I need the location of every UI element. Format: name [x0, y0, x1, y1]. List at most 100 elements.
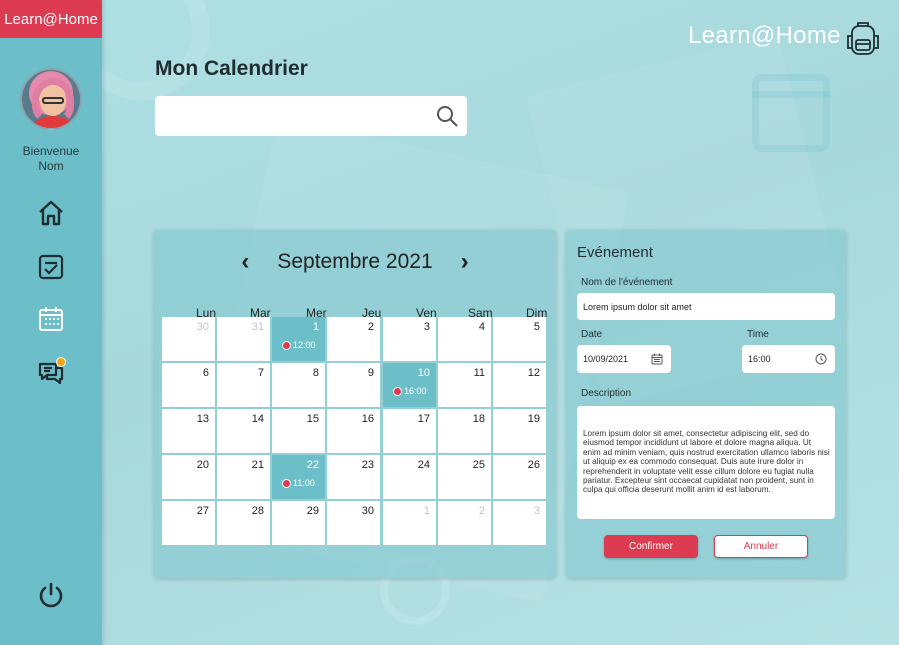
calendar-day[interactable]: 5: [493, 317, 546, 361]
cancel-button[interactable]: Annuler: [714, 535, 808, 558]
calendar-day[interactable]: 14: [217, 409, 270, 453]
day-number: 30: [361, 505, 374, 517]
calendar-day[interactable]: 16: [327, 409, 380, 453]
event-name-field[interactable]: Lorem ipsum dolor sit amet: [577, 293, 835, 320]
day-number: 16: [361, 413, 374, 425]
tasks-icon[interactable]: [34, 250, 68, 284]
time-label: Time: [747, 329, 769, 340]
calendar-day-with-event[interactable]: 22 11:00: [272, 455, 325, 499]
day-number: 28: [251, 505, 264, 517]
day-number: 8: [312, 367, 319, 379]
day-number: 2: [478, 505, 485, 517]
day-number: 10: [417, 367, 430, 379]
calendar-day[interactable]: 13: [162, 409, 215, 453]
calendar-day[interactable]: 17: [383, 409, 436, 453]
clock-icon[interactable]: [815, 353, 827, 365]
day-number: 17: [417, 413, 430, 425]
day-number: 27: [196, 505, 209, 517]
day-number: 25: [472, 459, 485, 471]
calendar-day[interactable]: 15: [272, 409, 325, 453]
calendar-day[interactable]: 8: [272, 363, 325, 407]
calendar-day[interactable]: 2: [438, 501, 491, 545]
day-number: 14: [251, 413, 264, 425]
welcome-text: Bienvenue Nom: [0, 144, 102, 174]
event-panel-title: Evénement: [577, 244, 653, 261]
event-panel: Evénement Nom de l'événement Lorem ipsum…: [566, 230, 846, 578]
confirm-button[interactable]: Confirmer: [604, 535, 698, 558]
day-number: 3: [423, 321, 430, 333]
day-number: 9: [367, 367, 374, 379]
calendar-icon[interactable]: [34, 302, 68, 336]
calendar-day[interactable]: 25: [438, 455, 491, 499]
calendar-day[interactable]: 4: [438, 317, 491, 361]
calendar-picker-icon[interactable]: [651, 353, 663, 365]
day-number: 31: [251, 321, 264, 333]
day-number: 26: [527, 459, 540, 471]
calendar-day[interactable]: 27: [162, 501, 215, 545]
calendar-day[interactable]: 1: [383, 501, 436, 545]
day-number: 18: [472, 413, 485, 425]
calendar-day[interactable]: 11: [438, 363, 491, 407]
calendar-day[interactable]: 30: [327, 501, 380, 545]
day-number: 15: [306, 413, 319, 425]
calendar-day[interactable]: 19: [493, 409, 546, 453]
calendar-day[interactable]: 20: [162, 455, 215, 499]
calendar-day[interactable]: 24: [383, 455, 436, 499]
calendar-day[interactable]: 9: [327, 363, 380, 407]
home-icon[interactable]: [34, 196, 68, 230]
welcome-line: Bienvenue: [22, 144, 80, 158]
calendar-day-with-event[interactable]: 10 16:00: [383, 363, 436, 407]
event-marker[interactable]: 12:00: [282, 340, 316, 350]
event-marker[interactable]: 11:00: [282, 478, 315, 488]
event-time: 16:00: [404, 386, 427, 396]
calendar-day[interactable]: 30: [162, 317, 215, 361]
backpack-icon: [846, 20, 880, 56]
calendar-day[interactable]: 28: [217, 501, 270, 545]
user-name: Nom: [38, 159, 64, 173]
description-label: Description: [581, 388, 632, 399]
search-input[interactable]: [155, 96, 425, 136]
avatar-glasses: [42, 97, 64, 104]
event-time: 11:00: [293, 478, 315, 488]
day-number: 7: [257, 367, 264, 379]
page-title: Mon Calendrier: [155, 57, 308, 80]
calendar-day[interactable]: 3: [493, 501, 546, 545]
calendar-day[interactable]: 6: [162, 363, 215, 407]
day-number: 11: [473, 367, 485, 379]
day-number: 22: [306, 459, 319, 471]
calendar-day[interactable]: 3: [383, 317, 436, 361]
event-dot-icon: [393, 386, 402, 396]
calendar-day-with-event[interactable]: 1 12:00: [272, 317, 325, 361]
event-marker[interactable]: 16:00: [393, 386, 427, 396]
calendar-grid: 30 31 1 12:00 2 3 4 5 6 7 8 9 10 16:00 11 12 13 14 15 16 17 1…: [162, 317, 547, 547]
day-number: 20: [196, 459, 209, 471]
date-field[interactable]: 10/09/2021: [577, 345, 671, 373]
calendar-day[interactable]: 26: [493, 455, 546, 499]
avatar[interactable]: [20, 68, 82, 130]
power-icon[interactable]: [34, 578, 68, 612]
calendar-day[interactable]: 18: [438, 409, 491, 453]
event-name-label: Nom de l'événement: [581, 277, 673, 288]
time-value: 16:00: [748, 354, 771, 364]
calendar-day[interactable]: 21: [217, 455, 270, 499]
calendar-day[interactable]: 23: [327, 455, 380, 499]
description-field[interactable]: Lorem ipsum dolor sit amet, consectetur …: [577, 406, 835, 519]
day-number: 3: [533, 505, 540, 517]
calendar-day[interactable]: 31: [217, 317, 270, 361]
calendar-panel: ‹ Septembre 2021 › Lun Mar Mer Jeu Ven Sam Dim…: [154, 230, 556, 578]
calendar-day[interactable]: 2: [327, 317, 380, 361]
calendar-day[interactable]: 12: [493, 363, 546, 407]
day-number: 23: [361, 459, 374, 471]
chat-icon[interactable]: [34, 356, 68, 390]
search-icon[interactable]: [435, 104, 459, 128]
search-bar: [155, 96, 467, 136]
notification-badge: [56, 357, 66, 367]
prev-month-button[interactable]: ‹: [235, 248, 255, 276]
sidebar-logo[interactable]: Learn@Home: [0, 0, 102, 38]
background-calendar-icon: [752, 74, 830, 152]
calendar-day[interactable]: 29: [272, 501, 325, 545]
time-field[interactable]: 16:00: [742, 345, 835, 373]
calendar-day[interactable]: 7: [217, 363, 270, 407]
day-number: 30: [196, 321, 209, 333]
next-month-button[interactable]: ›: [455, 248, 475, 276]
